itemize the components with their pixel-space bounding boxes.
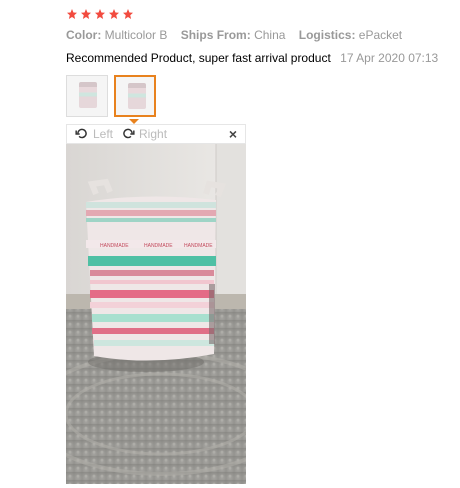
ships-from-value: China xyxy=(254,28,286,42)
logistics-value: ePacket xyxy=(358,28,403,42)
svg-text:HANDMADE: HANDMADE xyxy=(100,243,129,249)
star-icon xyxy=(109,9,119,19)
rotate-left-button[interactable]: Left xyxy=(75,127,113,141)
star-icon xyxy=(81,9,91,19)
color-value: Multicolor B xyxy=(104,28,168,42)
color-label: Color: xyxy=(66,28,102,42)
order-meta: Color: Multicolor B Ships From: China Lo… xyxy=(66,28,412,42)
star-icon xyxy=(123,9,133,19)
star-icon xyxy=(95,9,105,19)
review-text: Recommended Product, super fast arrival … xyxy=(66,51,331,65)
rotate-left-icon xyxy=(75,128,87,139)
star-icon xyxy=(67,9,77,19)
image-viewer-toolbar: Left Right × xyxy=(66,124,246,144)
review-photo: HANDMADE HANDMADE HANDMADE xyxy=(66,144,246,484)
rating-stars xyxy=(66,8,134,20)
review-thumbnail-selected[interactable] xyxy=(114,75,156,117)
rotate-right-label: Right xyxy=(139,127,168,141)
logistics-label: Logistics: xyxy=(298,28,356,42)
svg-text:HANDMADE: HANDMADE xyxy=(184,243,213,249)
svg-text:HANDMADE: HANDMADE xyxy=(144,243,173,249)
review-date: 17 Apr 2020 07:13 xyxy=(340,51,439,65)
review-thumbnail[interactable] xyxy=(66,75,108,117)
thumbnail-strip xyxy=(66,75,156,117)
review-comment: Recommended Product, super fast arrival … xyxy=(66,51,438,65)
laundry-basket-photo: HANDMADE HANDMADE HANDMADE xyxy=(66,144,246,484)
ships-from-label: Ships From: xyxy=(180,28,251,42)
rotate-left-label: Left xyxy=(93,127,114,141)
close-icon[interactable]: × xyxy=(229,126,237,142)
rotate-right-button[interactable]: Right xyxy=(121,127,167,141)
rotate-right-icon xyxy=(123,128,135,139)
